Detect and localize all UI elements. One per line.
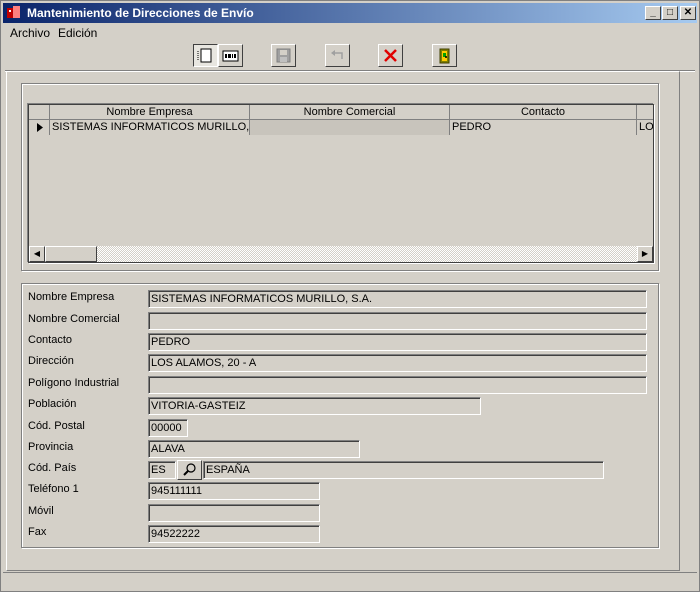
column-header-extra[interactable]	[637, 105, 653, 120]
maximize-button[interactable]: □	[662, 6, 678, 20]
edit-record-button[interactable]	[218, 44, 243, 67]
minimize-button[interactable]: _	[645, 6, 661, 20]
table-cell[interactable]	[250, 120, 450, 135]
undo-button[interactable]	[325, 44, 350, 67]
poligono-industrial-field[interactable]	[148, 376, 647, 394]
cod-postal-field[interactable]: 00000	[148, 419, 188, 437]
column-header-contacto[interactable]: Contacto	[450, 105, 637, 120]
nombre-comercial-field[interactable]	[148, 312, 647, 330]
addresses-grid[interactable]: Nombre Empresa Nombre Comercial Contacto…	[28, 104, 654, 263]
status-bar	[3, 572, 697, 590]
app-icon	[7, 6, 20, 18]
pais-name-field[interactable]: ESPAÑA	[203, 461, 604, 479]
horizontal-scrollbar[interactable]: ◀ ▶	[29, 246, 653, 262]
nombre-empresa-field[interactable]: SISTEMAS INFORMATICOS MURILLO, S.A.	[148, 290, 647, 308]
movil-field[interactable]	[148, 504, 320, 522]
label-provincia: Provincia	[28, 441, 74, 453]
door-exit-icon	[439, 48, 450, 64]
scroll-right-button[interactable]: ▶	[637, 246, 653, 262]
label-telefono1: Teléfono 1	[28, 483, 79, 495]
contacto-field[interactable]: PEDRO	[148, 333, 647, 351]
row-selector[interactable]	[29, 120, 50, 135]
label-nombre-empresa: Nombre Empresa	[28, 291, 115, 303]
column-header-nombre-empresa[interactable]: Nombre Empresa	[50, 105, 250, 120]
table-cell[interactable]: SISTEMAS INFORMATICOS MURILLO, S	[50, 120, 250, 135]
provincia-field[interactable]: ALAVA	[148, 440, 360, 458]
column-header-nombre-comercial[interactable]: Nombre Comercial	[250, 105, 450, 120]
table-cell[interactable]: LO	[637, 120, 653, 135]
menu-edicion[interactable]: Edición	[58, 26, 97, 40]
menu-bar: Archivo Edición	[3, 24, 697, 42]
label-movil: Móvil	[28, 505, 54, 517]
title-bar[interactable]: Mantenimiento de Direcciones de Envío _ …	[3, 3, 697, 23]
telefono1-field[interactable]: 945111111	[148, 482, 320, 500]
magnifier-icon	[183, 463, 196, 476]
red-x-icon	[384, 49, 397, 62]
document-icon	[197, 48, 212, 63]
label-cod-pais: Cód. País	[28, 462, 77, 474]
direccion-field[interactable]: LOS ALAMOS, 20 - A	[148, 354, 647, 372]
poblacion-field[interactable]: VITORIA-GASTEIZ	[148, 397, 481, 415]
menu-archivo[interactable]: Archivo	[10, 26, 50, 40]
grid-corner-header	[29, 105, 50, 120]
cod-pais-field[interactable]: ES	[148, 461, 176, 479]
current-row-arrow-icon	[37, 123, 43, 132]
main-window: Mantenimiento de Direcciones de Envío _ …	[0, 0, 700, 592]
label-cod-postal: Cód. Postal	[28, 420, 85, 432]
window-title: Mantenimiento de Direcciones de Envío	[27, 6, 254, 20]
label-direccion: Dirección	[28, 355, 74, 367]
table-cell[interactable]: PEDRO	[450, 120, 637, 135]
scroll-left-button[interactable]: ◀	[29, 246, 45, 262]
label-poblacion: Población	[28, 398, 77, 410]
new-record-button[interactable]	[193, 44, 218, 67]
fax-field[interactable]: 94522222	[148, 525, 320, 543]
scroll-thumb[interactable]	[45, 246, 97, 262]
label-contacto: Contacto	[28, 334, 73, 346]
undo-arrow-icon	[331, 50, 343, 59]
edit-icon	[222, 50, 239, 62]
save-button[interactable]	[271, 44, 296, 67]
country-lookup-button[interactable]	[177, 460, 202, 480]
close-window-button[interactable]: ✕	[680, 6, 696, 20]
label-fax: Fax	[28, 526, 47, 538]
delete-button[interactable]	[378, 44, 403, 67]
floppy-disk-icon	[276, 48, 291, 63]
label-poligono-industrial: Polígono Industrial	[28, 377, 120, 389]
label-nombre-comercial: Nombre Comercial	[28, 313, 120, 325]
exit-button[interactable]	[432, 44, 457, 67]
